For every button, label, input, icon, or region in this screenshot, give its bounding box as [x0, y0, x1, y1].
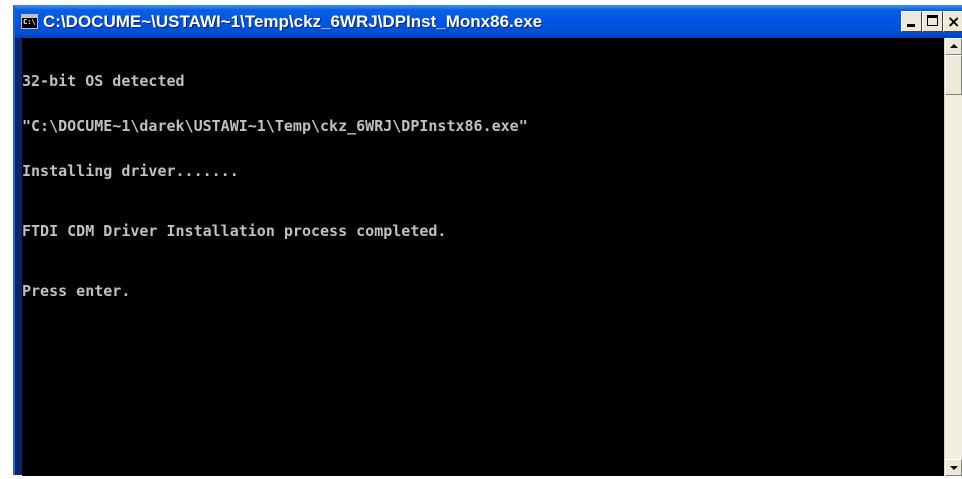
arrow-down-icon — [950, 466, 958, 470]
console-line-prompt: Press enter. — [22, 282, 131, 300]
arrow-up-icon — [950, 44, 958, 48]
console-line-path: "C:\DOCUME~1\darek\USTAWI~1\Temp\ckz_6WR… — [22, 117, 528, 135]
console-line-installing: Installing driver....... — [22, 162, 239, 180]
console-window: C:\ C:\DOCUME~\USTAWI~1\Temp\ckz_6WRJ\DP… — [13, 5, 962, 476]
window-title: C:\DOCUME~\USTAWI~1\Temp\ckz_6WRJ\DPInst… — [43, 12, 543, 31]
scroll-down-button[interactable] — [945, 459, 962, 476]
console-line-os: 32-bit OS detected — [22, 72, 185, 90]
console-line-completed: FTDI CDM Driver Installation process com… — [22, 222, 447, 240]
maximize-button[interactable] — [922, 11, 943, 32]
minimize-icon — [907, 24, 915, 27]
console-icon[interactable]: C:\ — [21, 14, 38, 29]
title-bar[interactable]: C:\ C:\DOCUME~\USTAWI~1\Temp\ckz_6WRJ\DP… — [15, 6, 962, 38]
maximize-icon — [927, 15, 938, 26]
scroll-up-button[interactable] — [945, 38, 962, 55]
minimize-button[interactable] — [901, 11, 922, 32]
scroll-thumb[interactable] — [945, 55, 962, 95]
console-output[interactable]: 32-bit OS detected "C:\DOCUME~1\darek\US… — [22, 38, 944, 476]
vertical-scrollbar[interactable] — [944, 38, 962, 476]
close-button[interactable]: × — [943, 11, 962, 32]
console-icon-text: C:\ — [23, 18, 36, 26]
close-icon: × — [947, 12, 961, 31]
console-text-block: 32-bit OS detected "C:\DOCUME~1\darek\US… — [22, 44, 528, 329]
